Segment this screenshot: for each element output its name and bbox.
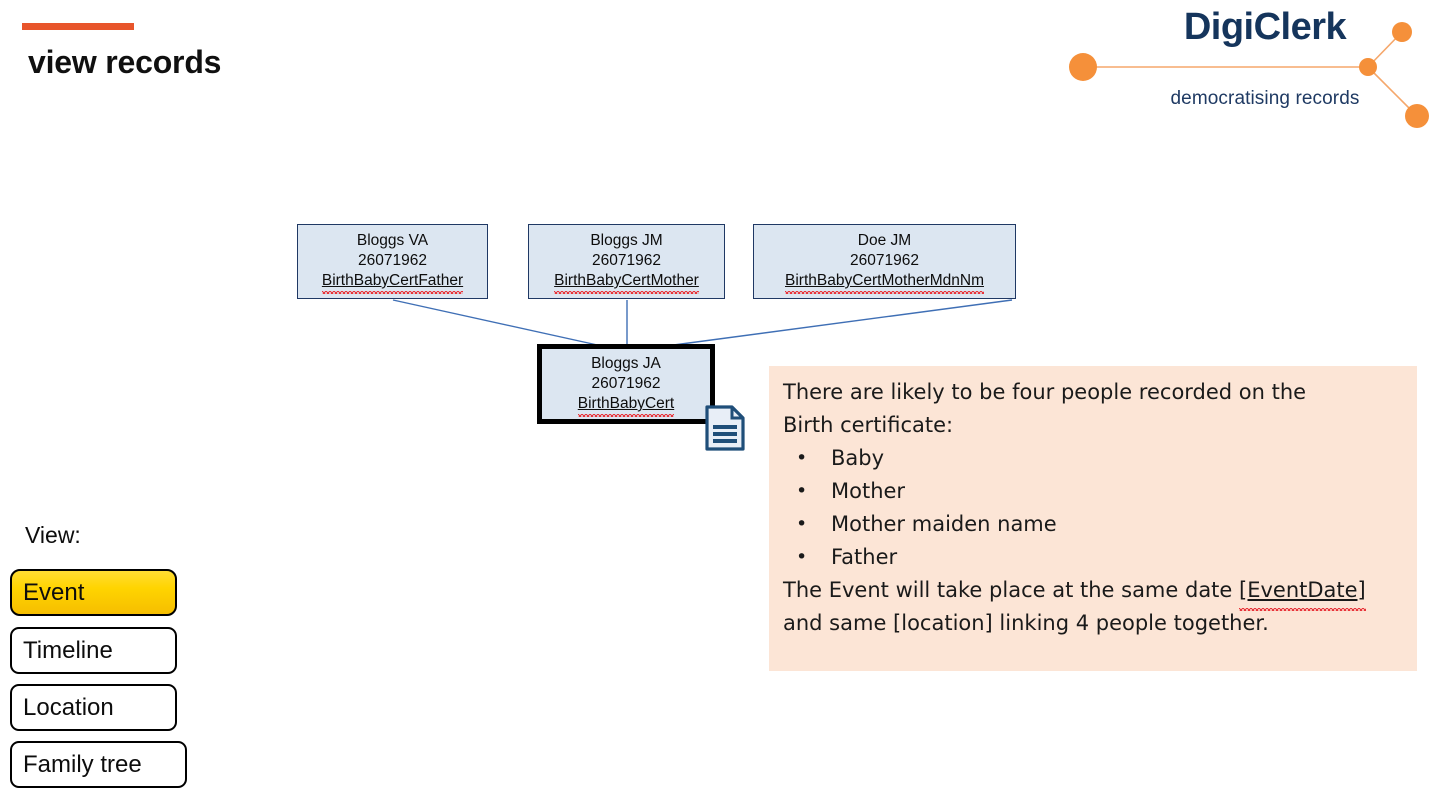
note-outro-after: and same [location] linking 4 people tog… <box>783 611 1269 635</box>
list-item: Mother <box>783 475 1401 508</box>
person-node-father[interactable]: Bloggs VA 26071962 BirthBabyCertFather <box>297 224 488 299</box>
brand-tagline: democratising records <box>1170 88 1360 109</box>
brand-wordmark: DigiClerk <box>1183 6 1347 48</box>
document-icon[interactable] <box>704 405 746 451</box>
person-role: BirthBabyCertMother <box>554 272 699 294</box>
person-role: BirthBabyCertMotherMdnNm <box>785 272 984 294</box>
note-outro: The Event will take place at the same da… <box>783 574 1401 640</box>
person-name: Bloggs JA <box>591 355 661 372</box>
person-node-mother[interactable]: Bloggs JM 26071962 BirthBabyCertMother <box>528 224 725 299</box>
person-node-baby[interactable]: Bloggs JA 26071962 BirthBabyCert <box>537 344 715 424</box>
view-button-label: Location <box>23 693 114 721</box>
view-button-event[interactable]: Event <box>10 569 177 616</box>
note-panel: There are likely to be four people recor… <box>769 366 1417 671</box>
person-name: Bloggs VA <box>356 232 429 249</box>
view-switcher-label: View: <box>25 522 81 548</box>
brand-logo: DigiClerk democratising records <box>1050 0 1429 140</box>
header-accent-bar <box>22 23 134 30</box>
person-name: Doe JM <box>857 232 912 249</box>
person-date: 26071962 <box>358 252 427 269</box>
view-button-family-tree[interactable]: Family tree <box>10 741 187 788</box>
view-button-label: Event <box>23 578 85 606</box>
view-button-location[interactable]: Location <box>10 684 177 731</box>
list-item: Baby <box>783 442 1401 475</box>
page-title: view records <box>28 44 222 80</box>
person-date: 26071962 <box>591 375 661 392</box>
view-button-timeline[interactable]: Timeline <box>10 627 177 674</box>
person-role: BirthBabyCert <box>577 395 675 417</box>
person-date: 26071962 <box>592 252 661 269</box>
view-button-label: Family tree <box>23 750 142 778</box>
person-name: Bloggs JM <box>590 232 663 249</box>
view-button-label: Timeline <box>23 636 113 664</box>
note-intro-line-1: There are likely to be four people recor… <box>783 380 1307 404</box>
list-item: Mother maiden name <box>783 508 1401 541</box>
note-outro-before: The Event will take place at the same da… <box>783 578 1240 602</box>
list-item: Father <box>783 541 1401 574</box>
note-bullet-list: Baby Mother Mother maiden name Father <box>783 442 1401 574</box>
person-role: BirthBabyCertFather <box>321 272 464 294</box>
person-date: 26071962 <box>850 252 919 269</box>
note-intro-line-2: Birth certificate: <box>783 413 954 437</box>
person-node-mother-maiden-name[interactable]: Doe JM 26071962 BirthBabyCertMotherMdnNm <box>753 224 1016 299</box>
note-eventdate-token: [EventDate] <box>1239 574 1366 611</box>
